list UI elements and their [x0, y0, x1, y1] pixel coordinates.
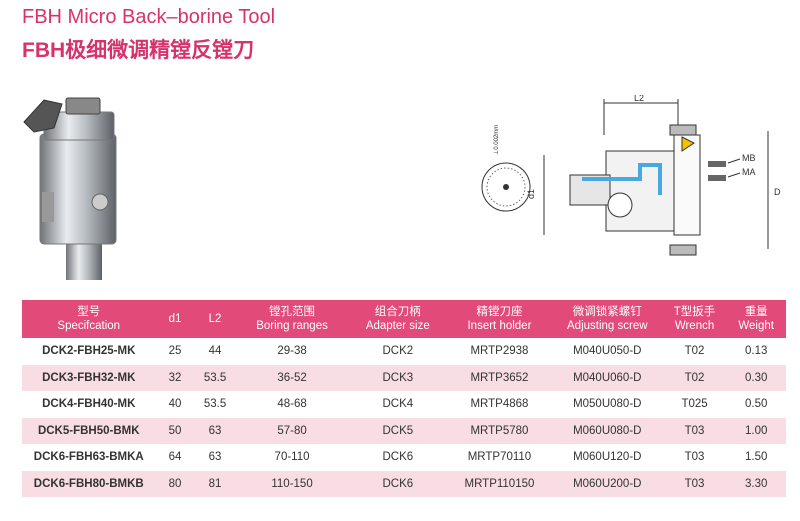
cell-screw: M040U050-D [551, 338, 663, 365]
cell-boring-range: 36-52 [235, 364, 349, 391]
cell-boring-range: 29-38 [235, 338, 349, 365]
col-boring-ranges: 镗孔范围 Boring ranges [235, 300, 349, 338]
cell-adapter: DCK2 [348, 338, 448, 365]
cell-model: DCK2-FBH25-MK [22, 338, 156, 365]
cell-insert-holder: MRTP70110 [447, 444, 552, 471]
cell-wrench: T03 [662, 470, 727, 497]
cell-insert-holder: MRTP2938 [447, 338, 552, 365]
cell-adapter: DCK3 [348, 364, 448, 391]
col-insert-holder: 精镗刀座 Insert holder [447, 300, 552, 338]
technical-drawing: ⊥0.002mm L2 d1 MB MA D [481, 95, 781, 256]
cell-screw: M040U060-D [551, 364, 663, 391]
cell-weight: 0.13 [726, 338, 786, 365]
dial-scale-label: ⊥0.002mm [493, 125, 500, 155]
cell-adapter: DCK5 [348, 417, 448, 444]
cell-model: DCK4-FBH40-MK [22, 391, 156, 418]
cell-insert-holder: MRTP110150 [447, 470, 552, 497]
cell-wrench: T03 [662, 444, 727, 471]
cell-d1: 32 [155, 364, 195, 391]
cell-l2: 44 [194, 338, 236, 365]
cell-wrench: T025 [662, 391, 727, 418]
cell-weight: 0.30 [726, 364, 786, 391]
col-weight: 重量 Weight [726, 300, 786, 338]
cell-model: DCK3-FBH32-MK [22, 364, 156, 391]
dial-icon [481, 162, 531, 212]
cell-screw: M060U120-D [551, 444, 663, 471]
table-row: DCK4-FBH40-MK 40 53.5 48-68 DCK4 MRTP4868 M050… [22, 391, 786, 418]
cell-d1: 64 [155, 444, 195, 471]
cell-screw: M060U080-D [551, 417, 663, 444]
col-adapter-size: 组合刀柄 Adapter size [348, 300, 448, 338]
cell-screw: M050U080-D [551, 391, 663, 418]
tool-photo [23, 97, 117, 280]
cell-insert-holder: MRTP5780 [447, 417, 552, 444]
table-row: DCK6-FBH80-BMKB 80 81 110-150 DCK6 MRTP110150… [22, 470, 786, 497]
cell-adapter: DCK6 [348, 444, 448, 471]
table-header-row: 型号 Specifcation d1 L2 镗孔范围 Boring ranges 组… [22, 300, 786, 338]
cell-insert-holder: MRTP4868 [447, 391, 552, 418]
table-row: DCK3-FBH32-MK 32 53.5 36-52 DCK3 MRTP3652 M040… [22, 364, 786, 391]
col-wrench: T型扳手 Wrench [662, 300, 727, 338]
cell-l2: 63 [194, 417, 236, 444]
cell-boring-range: 110-150 [235, 470, 349, 497]
cell-d1: 80 [155, 470, 195, 497]
cell-l2: 63 [194, 444, 236, 471]
title-english: FBH Micro Back–borine Tool [22, 6, 276, 28]
cell-model: DCK6-FBH63-BMKA [22, 444, 156, 471]
col-specification: 型号 Specifcation [22, 300, 156, 338]
cell-weight: 3.30 [726, 470, 786, 497]
cell-weight: 1.50 [726, 444, 786, 471]
cell-boring-range: 48-68 [235, 391, 349, 418]
dim-d1-label: d1 [526, 189, 536, 199]
cell-weight: 1.00 [726, 417, 786, 444]
table-row: DCK5-FBH50-BMK 50 63 57-80 DCK5 MRTP5780 M060U… [22, 417, 786, 444]
cell-adapter: DCK4 [348, 391, 448, 418]
dim-l2-label: L2 [634, 95, 644, 103]
cell-boring-range: 70-110 [235, 444, 349, 471]
cell-model: DCK5-FBH50-BMK [22, 417, 156, 444]
cell-weight: 0.50 [726, 391, 786, 418]
cell-insert-holder: MRTP3652 [447, 364, 552, 391]
col-d1: d1 [155, 300, 195, 338]
table-row: DCK2-FBH25-MK 25 44 29-38 DCK2 MRTP2938 M040U0… [22, 338, 786, 365]
cell-l2: 53.5 [194, 364, 236, 391]
label-ma: MA [742, 167, 756, 177]
cell-screw: M060U200-D [551, 470, 663, 497]
cell-d1: 25 [155, 338, 195, 365]
cell-wrench: T02 [662, 364, 727, 391]
cell-d1: 50 [155, 417, 195, 444]
cell-d1: 40 [155, 391, 195, 418]
col-l2: L2 [194, 300, 236, 338]
cell-l2: 53.5 [194, 391, 236, 418]
spec-table: 型号 Specifcation d1 L2 镗孔范围 Boring ranges 组… [22, 300, 786, 497]
cell-wrench: T02 [662, 338, 727, 365]
cell-l2: 81 [194, 470, 236, 497]
cell-boring-range: 57-80 [235, 417, 349, 444]
col-adjusting-screw: 微调锁紧螺钉 Adjusting screw [551, 300, 663, 338]
cell-wrench: T03 [662, 417, 727, 444]
table-row: DCK6-FBH63-BMKA 64 63 70-110 DCK6 MRTP70110 M0… [22, 444, 786, 471]
label-mb: MB [742, 153, 756, 163]
title-chinese: FBH极细微调精镗反镗刀 [22, 39, 255, 62]
dim-d-label: D [774, 187, 781, 197]
cell-adapter: DCK6 [348, 470, 448, 497]
cell-model: DCK6-FBH80-BMKB [22, 470, 156, 497]
